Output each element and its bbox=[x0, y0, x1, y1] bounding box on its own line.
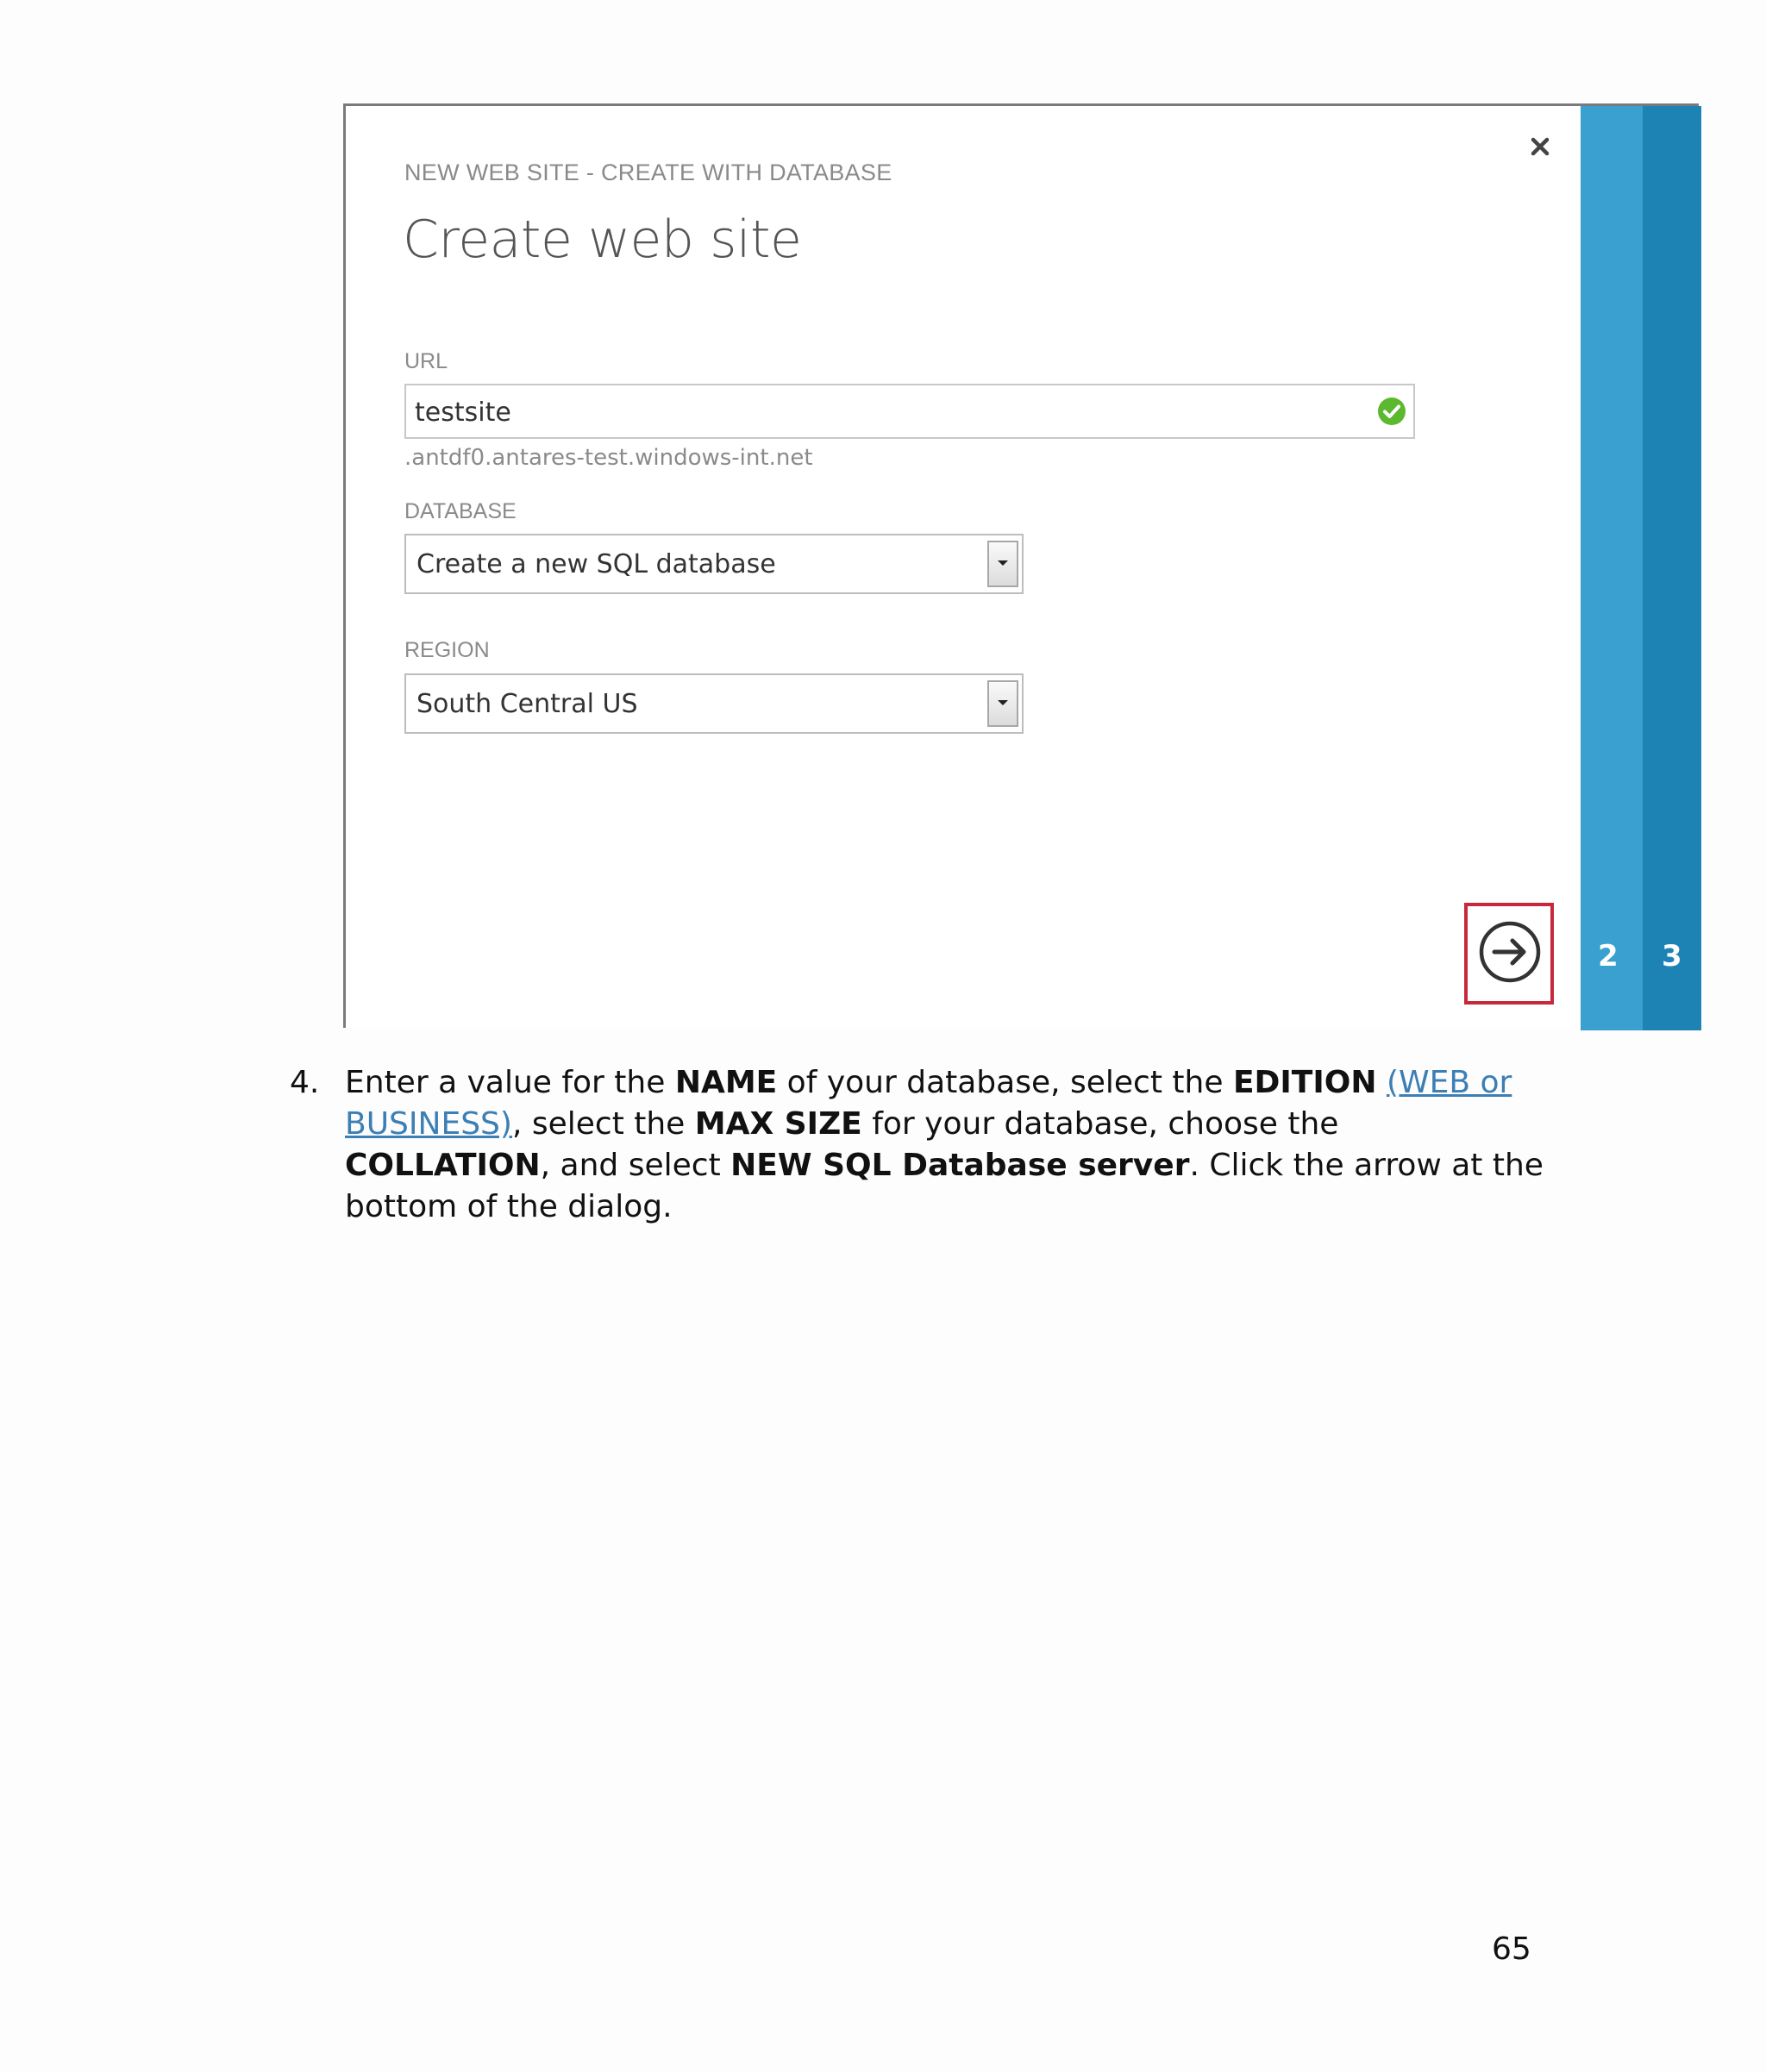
dialog-screenshot: NEW WEB SITE - CREATE WITH DATABASE Crea… bbox=[343, 103, 1701, 1030]
url-label: URL bbox=[404, 349, 448, 373]
text-run: , select the bbox=[511, 1106, 695, 1142]
step-text: Enter a value for the NAME of your datab… bbox=[345, 1062, 1552, 1228]
bold-term-max-size: MAX SIZE bbox=[694, 1106, 862, 1142]
text-run: of your database, select the bbox=[777, 1065, 1233, 1100]
text-run: , and select bbox=[540, 1148, 731, 1183]
dialog-title: Create web site bbox=[403, 210, 802, 270]
bold-term-server: NEW SQL Database server bbox=[730, 1148, 1190, 1183]
database-label: DATABASE bbox=[404, 499, 517, 523]
bold-term-edition: EDITION bbox=[1232, 1065, 1377, 1100]
close-icon[interactable] bbox=[1529, 135, 1551, 158]
wizard-step-3: 3 bbox=[1662, 939, 1682, 973]
bold-term-collation: COLLATION bbox=[345, 1148, 541, 1183]
dialog-breadcrumb: NEW WEB SITE - CREATE WITH DATABASE bbox=[404, 160, 892, 185]
region-dropdown-button[interactable] bbox=[987, 680, 1018, 727]
text-run bbox=[1377, 1065, 1387, 1100]
url-suffix: .antdf0.antares-test.windows-int.net bbox=[404, 445, 813, 471]
check-circle-icon bbox=[1378, 397, 1406, 425]
database-select-value: Create a new SQL database bbox=[416, 549, 776, 579]
bold-term-name: NAME bbox=[674, 1065, 778, 1100]
wizard-step-3-panel[interactable]: 3 bbox=[1643, 106, 1701, 1030]
url-input[interactable]: testsite bbox=[404, 384, 1415, 439]
region-label: REGION bbox=[404, 638, 490, 662]
chevron-down-icon bbox=[998, 560, 1008, 566]
region-select[interactable]: South Central US bbox=[404, 673, 1024, 734]
wizard-step-2-panel[interactable]: 2 bbox=[1581, 106, 1643, 1030]
text-run: for your database, choose the bbox=[861, 1106, 1339, 1142]
database-select[interactable]: Create a new SQL database bbox=[404, 534, 1024, 594]
arrow-right-circle-icon[interactable] bbox=[1478, 920, 1542, 984]
database-dropdown-button[interactable] bbox=[987, 541, 1018, 587]
page-number: 65 bbox=[1492, 1931, 1531, 1967]
text-run: Enter a value for the bbox=[345, 1065, 675, 1100]
wizard-step-2: 2 bbox=[1598, 939, 1619, 973]
step-number: 4. bbox=[290, 1065, 320, 1100]
chevron-down-icon bbox=[998, 700, 1008, 705]
region-select-value: South Central US bbox=[416, 689, 638, 719]
url-input-value: testsite bbox=[415, 397, 511, 428]
